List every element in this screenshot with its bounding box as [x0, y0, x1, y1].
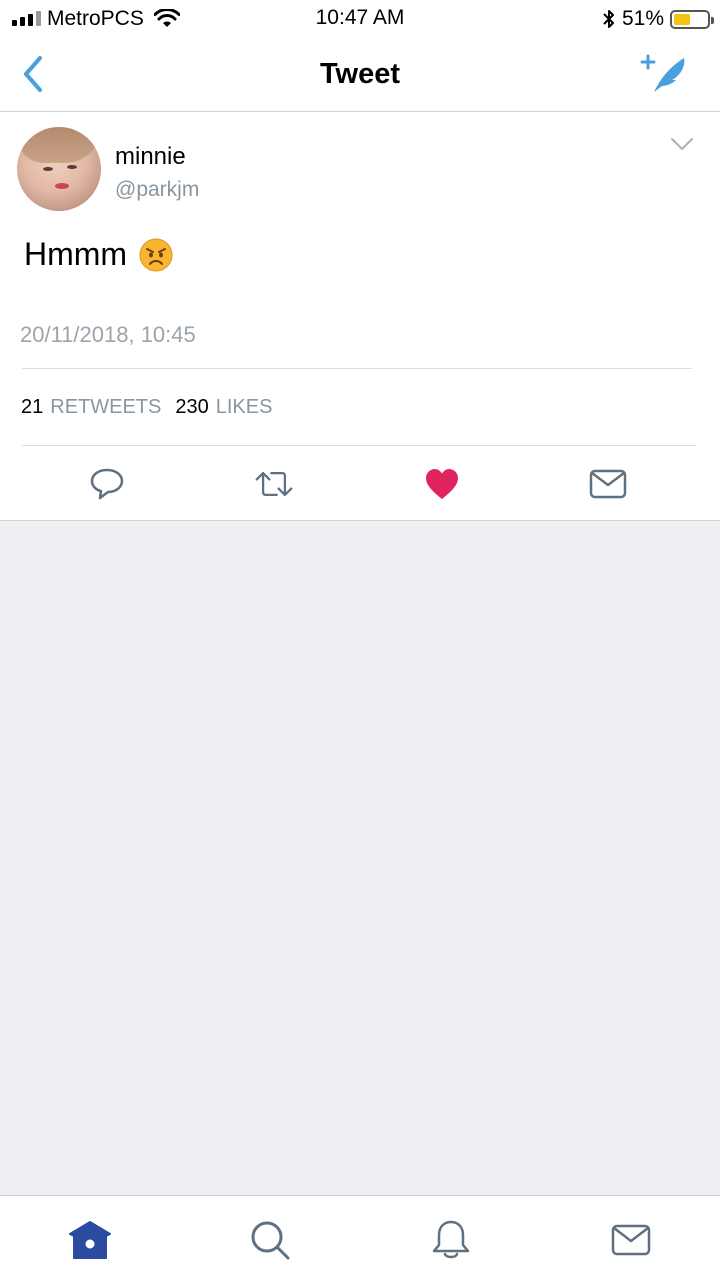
tab-bar [0, 1195, 720, 1280]
like-heart-icon [426, 469, 458, 499]
tweet-stats: 21 RETWEETS 230 LIKES [21, 396, 272, 419]
likes-label[interactable]: LIKES [216, 396, 273, 419]
notifications-bell-icon [432, 1220, 470, 1259]
tweet-text-content: Hmmm [24, 236, 128, 272]
like-button[interactable] [422, 462, 462, 506]
tab-search[interactable] [248, 1218, 292, 1262]
retweet-icon [255, 471, 293, 497]
direct-message-icon [589, 469, 627, 499]
likes-count[interactable]: 230 [175, 396, 208, 419]
reply-icon [90, 468, 124, 500]
tab-messages[interactable] [609, 1218, 653, 1262]
navigation-bar: Tweet [0, 38, 720, 112]
status-bar: MetroPCS 10:47 AM 51% [0, 0, 720, 38]
tweet-detail-screen: MetroPCS 10:47 AM 51% Tweet minnie @park… [0, 0, 720, 1280]
compose-tweet-icon [640, 54, 685, 92]
tab-notifications[interactable] [429, 1218, 473, 1262]
divider [22, 445, 696, 446]
tweet-actions [0, 462, 720, 506]
battery-icon [670, 9, 714, 29]
tweet-options-button[interactable] [670, 136, 694, 152]
user-handle[interactable]: @parkjm [115, 178, 199, 202]
chevron-down-icon [671, 138, 693, 151]
messages-icon [611, 1224, 651, 1256]
retweets-label[interactable]: RETWEETS [50, 396, 161, 419]
search-icon [251, 1221, 290, 1260]
retweet-button[interactable] [254, 462, 294, 506]
tweet-detail: minnie @parkjm Hmmm 20/11/2018, 10:45 21… [0, 112, 720, 521]
battery-percent: 51% [621, 7, 664, 30]
retweets-count[interactable]: 21 [21, 396, 43, 419]
page-title: Tweet [319, 58, 401, 90]
display-name[interactable]: minnie [115, 143, 186, 171]
divider [22, 368, 692, 369]
reply-button[interactable] [87, 462, 127, 506]
avatar[interactable] [17, 127, 101, 211]
tweet-text: Hmmm [24, 236, 173, 273]
battery-level [674, 13, 690, 25]
home-icon [69, 1221, 111, 1259]
tab-home[interactable] [68, 1218, 112, 1262]
status-bar-right: 51% [602, 6, 714, 32]
bluetooth-icon [603, 10, 614, 28]
tweet-timestamp: 20/11/2018, 10:45 [20, 322, 196, 347]
direct-message-button[interactable] [588, 462, 628, 506]
angry-face-emoji [139, 238, 173, 271]
compose-tweet-button[interactable] [634, 50, 690, 96]
